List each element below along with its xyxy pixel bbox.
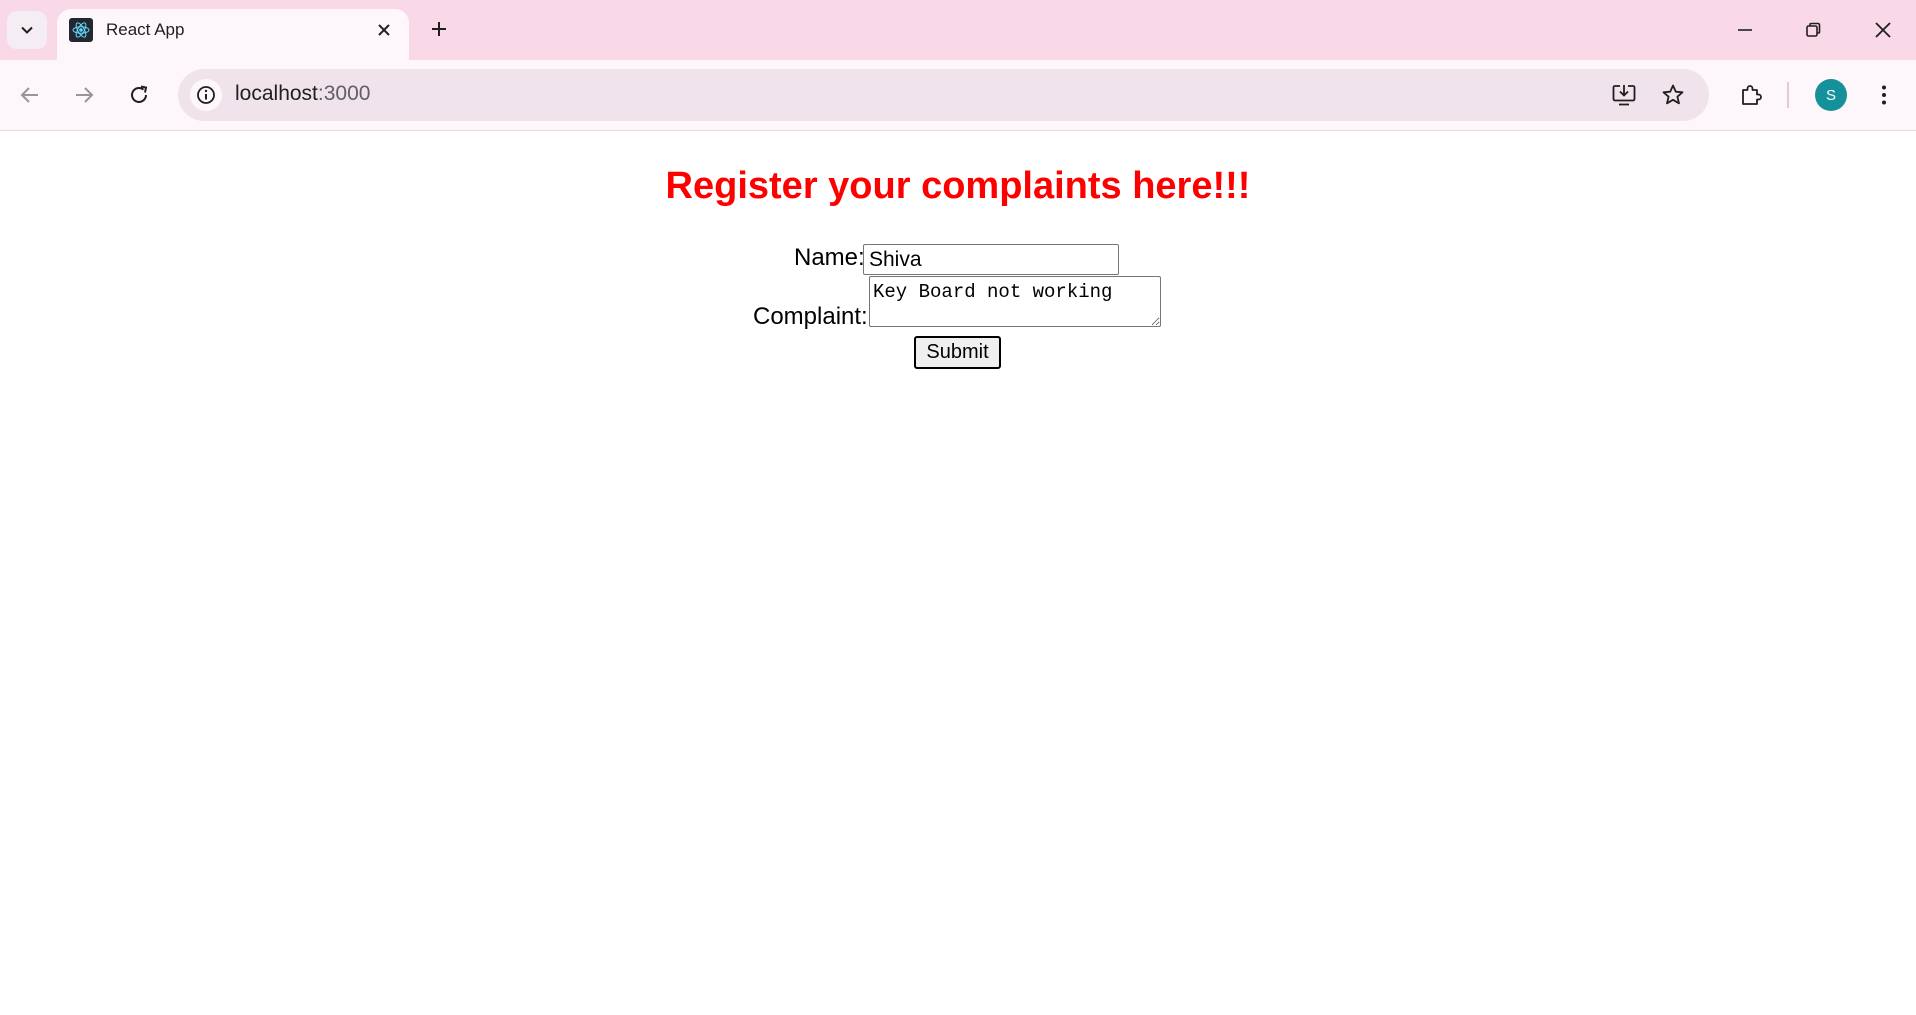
minimize-button[interactable] — [1722, 8, 1768, 52]
bookmark-button[interactable] — [1657, 79, 1689, 111]
page-content: Register your complaints here!!! Name: C… — [0, 131, 1916, 1015]
arrow-left-icon — [19, 84, 41, 106]
star-icon — [1661, 83, 1685, 107]
profile-avatar-button[interactable]: S — [1815, 79, 1847, 111]
back-button[interactable] — [10, 75, 50, 115]
restore-icon — [1805, 22, 1821, 38]
reload-icon — [128, 84, 150, 106]
url-host: localhost — [235, 82, 318, 105]
forward-button[interactable] — [64, 75, 104, 115]
tab-title: React App — [106, 20, 185, 39]
restore-button[interactable] — [1790, 8, 1836, 52]
reload-button[interactable] — [119, 75, 159, 115]
url-text: localhost:3000 — [235, 82, 370, 106]
site-info-button[interactable] — [190, 79, 222, 111]
puzzle-icon — [1739, 83, 1763, 107]
install-app-button[interactable] — [1608, 79, 1640, 111]
tab-strip: React App — [0, 0, 1916, 60]
tab-search-button[interactable] — [7, 11, 47, 49]
chevron-down-icon — [19, 22, 35, 38]
arrow-right-icon — [73, 84, 95, 106]
toolbar-divider — [1787, 82, 1789, 108]
page-title: Register your complaints here!!! — [665, 165, 1251, 207]
tab-close-button[interactable] — [373, 19, 395, 41]
complaint-textarea[interactable]: Key Board not working — [869, 276, 1161, 327]
browser-toolbar: localhost:3000 S — [0, 60, 1916, 131]
submit-button[interactable]: Submit — [914, 336, 1001, 369]
name-label: Name: — [794, 244, 865, 271]
close-icon — [1874, 21, 1892, 39]
close-window-button[interactable] — [1860, 8, 1906, 52]
close-icon — [377, 23, 391, 37]
more-vert-icon — [1880, 84, 1888, 106]
react-logo-icon — [69, 18, 93, 42]
url-port: :3000 — [317, 82, 371, 105]
plus-icon — [430, 20, 448, 38]
install-app-icon — [1611, 82, 1637, 108]
address-bar[interactable]: localhost:3000 — [178, 69, 1709, 121]
name-input[interactable] — [863, 244, 1119, 275]
minimize-icon — [1737, 22, 1753, 38]
extensions-button[interactable] — [1731, 75, 1771, 115]
complaint-label: Complaint: — [753, 303, 868, 330]
new-tab-button[interactable] — [424, 14, 454, 44]
browser-tab[interactable]: React App — [57, 9, 409, 60]
browser-menu-button[interactable] — [1864, 75, 1904, 115]
info-icon — [196, 85, 216, 105]
